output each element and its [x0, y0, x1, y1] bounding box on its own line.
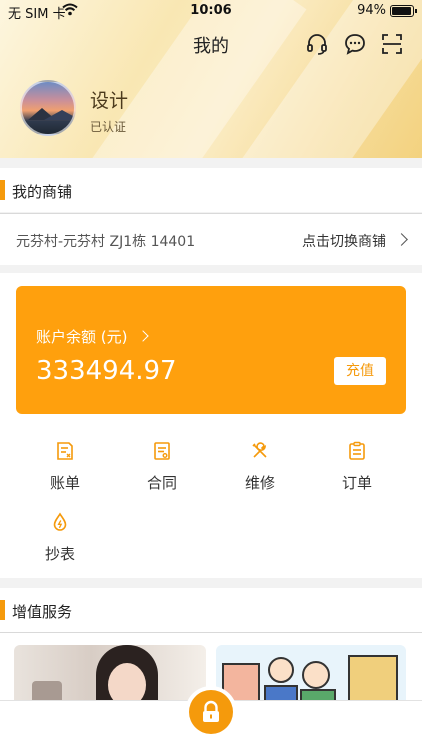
- service-label: 订单: [341, 474, 372, 492]
- value-added-header: 增值服务: [0, 588, 422, 632]
- status-bar: 无 SIM 卡 10:06 94%: [0, 0, 422, 22]
- shop-switch-row[interactable]: 元芬村-元芬村 ZJ1栋 14401 点击切换商铺: [0, 213, 422, 265]
- service-label: 合同: [146, 474, 177, 492]
- navbar: 我的: [0, 28, 422, 60]
- chevron-right-icon: [137, 330, 149, 342]
- service-label: 抄表: [44, 545, 75, 563]
- verification-status: 已认证: [90, 120, 127, 134]
- balance-amount: 333494.97: [36, 356, 177, 386]
- balance-card[interactable]: 账户余额 (元) 333494.97 充值: [16, 286, 406, 414]
- banner-figure-head: [268, 657, 294, 683]
- battery-percent: 94%: [357, 3, 386, 18]
- lock-icon: [203, 700, 219, 722]
- meter-drop-icon: [53, 512, 67, 531]
- service-label: 账单: [49, 474, 80, 492]
- service-contract[interactable]: 合同: [117, 441, 207, 497]
- banner-figure-head: [302, 661, 330, 689]
- user-name: 设计: [90, 90, 129, 112]
- my-shop-header: 我的商铺: [0, 168, 422, 212]
- switch-shop-link[interactable]: 点击切换商铺: [302, 231, 386, 251]
- service-label: 维修: [244, 474, 275, 492]
- chevron-right-icon: [395, 233, 408, 246]
- section-title: 增值服务: [12, 603, 73, 621]
- recharge-button[interactable]: 充值: [334, 357, 386, 385]
- section-title: 我的商铺: [12, 183, 73, 201]
- account-panel: 账户余额 (元) 333494.97 充值 账单 合同 维修 订单 抄表: [0, 273, 422, 578]
- section-accent-bar: [0, 600, 5, 620]
- balance-label: 账户余额 (元): [36, 328, 128, 346]
- scan-icon[interactable]: [380, 32, 404, 56]
- section-accent-bar: [0, 180, 5, 200]
- chat-bubble-icon[interactable]: [343, 32, 367, 56]
- headset-icon[interactable]: [305, 32, 329, 56]
- avatar-mountain: [44, 110, 74, 120]
- service-bill[interactable]: 账单: [20, 441, 110, 497]
- user-profile[interactable]: 设计 已认证: [20, 80, 400, 138]
- order-clipboard-icon: [349, 441, 365, 460]
- bill-icon: [57, 442, 73, 460]
- lock-button[interactable]: [189, 690, 233, 734]
- service-meter-reading[interactable]: 抄表: [15, 512, 105, 568]
- repair-tools-icon: [252, 442, 267, 458]
- service-order[interactable]: 订单: [312, 441, 402, 497]
- avatar[interactable]: [20, 80, 76, 136]
- contract-icon: [154, 442, 170, 460]
- shop-address: 元芬村-元芬村 ZJ1栋 14401: [16, 234, 196, 250]
- service-repair[interactable]: 维修: [215, 441, 305, 497]
- battery-level: [392, 7, 411, 15]
- battery-icon: [390, 5, 417, 17]
